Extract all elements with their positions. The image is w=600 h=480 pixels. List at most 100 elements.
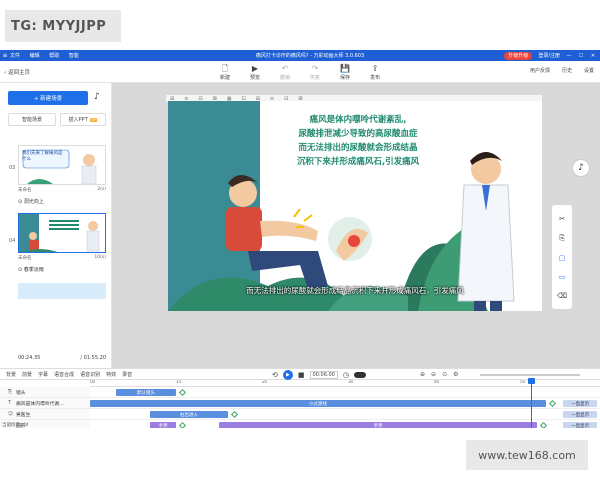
rewind-icon[interactable]: ⟲ [272,371,278,379]
track-lane[interactable]: 默认镜头 [90,387,600,398]
publish-icon: ⇪ [371,64,379,73]
app-logo-icon[interactable]: ≡ [0,50,10,61]
delete-icon[interactable]: ⌫ [557,292,567,300]
watermark-bottom-right: www.tew168.com [466,440,588,470]
save-label: 保存 [339,75,350,81]
subtitle-caption[interactable]: 而无法排出的尿酸就会形成结晶沉积下来并形成痛风石，引发痛风 [168,285,542,296]
track-type-icon: ⎘ [8,390,12,395]
scene-thumbnail-04[interactable] [18,213,106,253]
maximize-icon[interactable]: ☐ [578,53,584,59]
keyframe-diamond-icon[interactable] [178,421,187,428]
settings-button[interactable]: 设置 [584,67,594,74]
vip-badge: VIP [89,117,98,122]
login-link[interactable]: 登录/注册 [538,52,560,59]
menu-smart[interactable]: 智能 [69,53,79,59]
timeline-clip[interactable]: 手势 [150,422,176,428]
playhead-handle[interactable] [528,378,535,384]
timeline-settings-icon[interactable]: ⚙ [453,371,458,378]
menu-edit[interactable]: 编辑 [30,53,40,59]
timeline-subtitle-button[interactable]: 字幕 [38,371,48,378]
slide-text-line: 沉积下来并形成痛风石,引发痛风 [296,157,420,167]
timeline-clip[interactable]: 一直显示 [563,400,598,407]
scissors-icon[interactable]: ✂ [559,215,565,223]
minimize-icon[interactable]: — [566,53,572,59]
scene-placeholder[interactable] [18,283,106,299]
scene-panel: + 新建场景 ♪ 智能场景 插入PPT VIP 03 我们先来了解痛风是什么 未命… [0,83,112,368]
track-label[interactable]: T 痛风是体内嘌呤代谢… [0,398,90,409]
titlebar: ≡ 文件 编辑 帮助 智能 痛风打卡诊疗的痛风吗? - 万彩动画大师 3.0.6… [0,50,600,61]
current-time: 00:24.35 [18,355,41,361]
timeline-clip[interactable]: 右出进入 [150,411,228,418]
scene-03-name[interactable]: 未命名 [18,187,32,193]
clock-icon[interactable]: ◷ [343,371,349,379]
scene-number: 03 [9,165,16,171]
keyframe-diamond-icon[interactable] [178,388,187,397]
scene-04-name[interactable]: 未命名 [18,255,32,261]
insert-ppt-button[interactable]: 插入PPT VIP [60,113,106,126]
zoom-in-icon[interactable]: ⊕ [420,371,425,378]
current-time-input[interactable]: 00:06.00 [309,371,338,379]
new-scene-button[interactable]: + 新建场景 [8,91,88,105]
keyframe-diamond-icon[interactable] [548,399,556,408]
new-file-icon: 🗋 [221,64,229,73]
timeline-ruler[interactable]: 0s1s2s3s4s5s6s [90,380,600,387]
menu-help[interactable]: 帮助 [49,53,59,59]
timeline-clip[interactable]: 小过渡线 [90,400,546,407]
background-music-icon[interactable]: ♪ [572,159,590,177]
timeline-toolbar: 背景 前景 字幕 语音合成 语音识别 特效 录音 ⟲ ▶ ■ 00:06.00 … [0,368,600,380]
preview-button[interactable]: ▶ 预览 [244,64,266,81]
scene-03-transition-label: 洞光向上 [23,199,44,205]
save-button[interactable]: 💾 保存 [334,64,356,81]
copy-icon[interactable]: ⎘ [559,234,565,243]
stop-icon[interactable]: ■ [298,371,305,379]
timeline-zoom-slider[interactable] [480,374,580,376]
scene-03-transition[interactable]: ⊙ 洞光向上 [18,198,44,205]
music-note-icon[interactable]: ♪ [94,92,100,102]
timeline-speech-recognition-button[interactable]: 语音识别 [80,371,100,378]
slide-canvas[interactable]: 痛风是体内嘌呤代谢紊乱, 尿酸排泄减少导致的高尿酸血症 而无法排出的尿酸就会形成… [168,101,542,311]
scene-04-transition-label: 春季淡雨 [23,267,44,273]
frame-icon[interactable]: ▢ [559,254,566,262]
timeline-effects-button[interactable]: 特效 [106,371,116,378]
new-button[interactable]: 🗋 新建 [214,64,236,81]
close-icon[interactable]: ✕ [590,53,596,59]
slide-text-line: 尿酸排泄减少导致的高尿酸血症 [298,129,418,139]
fit-icon[interactable]: ⊙ [442,371,447,378]
track-lane[interactable]: 右出进入 一直显示 [90,409,600,420]
ai-scene-label: 智能场景 [21,117,42,123]
timeline-clip[interactable]: 一直显示 [563,422,598,428]
timeline-playhead[interactable] [531,380,532,428]
redo-button[interactable]: ↷ 恢复 [304,64,326,81]
save-icon: 💾 [340,64,350,73]
timeline-clip[interactable]: 默认镜头 [115,389,176,396]
track-lane[interactable]: 小过渡线 一直显示 [90,398,600,409]
ruler-tick: 5s [520,380,526,385]
loop-toggle[interactable] [353,372,366,378]
upgrade-button[interactable]: 升级升级 [504,51,533,60]
zoom-out-icon[interactable]: ⊖ [431,371,436,378]
publish-button[interactable]: ⇪ 发布 [364,64,386,81]
keyframe-diamond-icon[interactable] [230,410,238,419]
menu-file[interactable]: 文件 [10,53,20,59]
timeline-tts-button[interactable]: 语音合成 [54,371,74,378]
ai-scene-button[interactable]: 智能场景 [8,113,56,126]
history-button[interactable]: 历史 [562,67,572,74]
timeline-foreground-button[interactable]: 前景 [22,371,32,378]
track-label[interactable]: ☺ 男医生 [0,409,90,420]
slide-body-text[interactable]: 痛风是体内嘌呤代谢紊乱, 尿酸排泄减少导致的高尿酸血症 而无法排出的尿酸就会形成… [260,113,456,169]
scene-03-duration: 2(s) [97,187,106,192]
play-button[interactable]: ▶ [282,370,293,380]
feedback-button[interactable]: 用户反馈 [530,67,550,74]
track-lane[interactable]: 手势 手势 一直显示 [90,420,600,428]
timeline-record-button[interactable]: 录音 [122,371,132,378]
screen-icon[interactable]: ▭ [559,273,566,281]
keyframe-diamond-icon[interactable] [540,421,548,428]
timeline-background-button[interactable]: 背景 [6,371,16,378]
timeline-clip[interactable]: 手势 [219,422,538,428]
track-label[interactable]: ⎘ 镜头 [0,387,90,398]
back-to-home-button[interactable]: ‹ 返回主页 [4,68,30,76]
timeline-clip[interactable]: 一直显示 [563,411,598,418]
scene-04-transition[interactable]: ⊙ 春季淡雨 [18,266,44,273]
undo-label: 撤销 [279,75,290,81]
undo-button[interactable]: ↶ 撤销 [274,64,296,81]
